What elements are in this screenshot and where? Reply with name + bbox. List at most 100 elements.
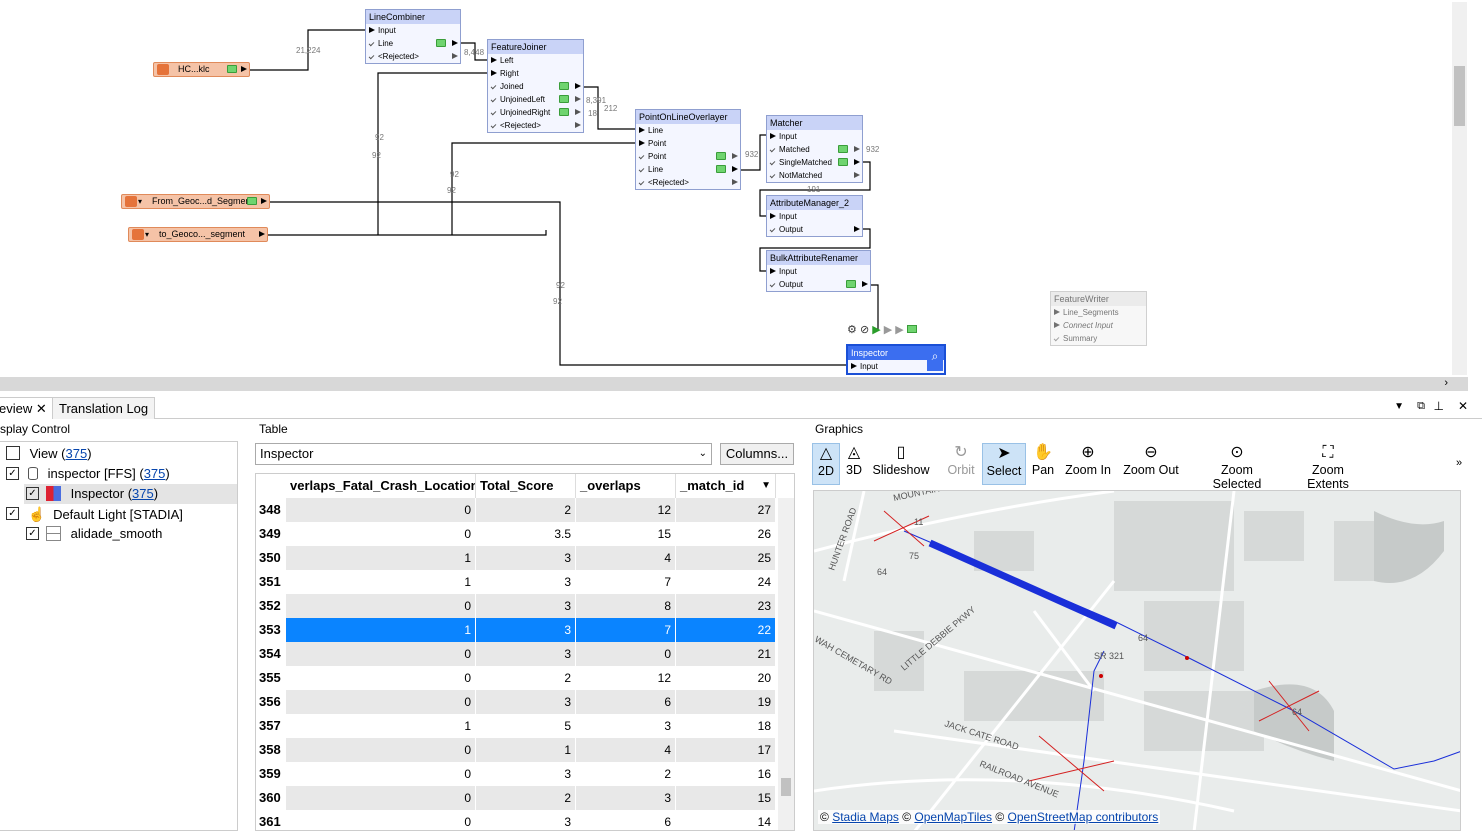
zoom-extents-button[interactable]: ⛶ Zoom Extents: [1290, 443, 1366, 491]
inspect-icon[interactable]: [838, 145, 848, 153]
select-button[interactable]: ➤ Select: [982, 443, 1026, 485]
column-header[interactable]: verlaps_Fatal_Crash_Location: [286, 474, 476, 498]
canvas-horizontal-scrollbar[interactable]: ›: [0, 377, 1468, 391]
magnifier-icon[interactable]: ⌕: [927, 349, 943, 371]
table-row[interactable]: 354 0 3 0 21: [256, 642, 794, 666]
tree-item-dataset[interactable]: ✓ inspector [FFS] (375): [6, 464, 170, 484]
table-cell[interactable]: 3: [476, 690, 576, 714]
zoom-in-button[interactable]: ⊕ Zoom In: [1064, 443, 1112, 485]
close-panel-icon[interactable]: ✕: [1458, 399, 1468, 413]
gear-icon[interactable]: ⚙: [847, 324, 857, 336]
scroll-thumb[interactable]: [1454, 66, 1465, 126]
table-row[interactable]: 353 1 3 7 22: [256, 618, 794, 642]
tree-item-view[interactable]: View (375): [6, 444, 92, 464]
workspace-canvas[interactable]: 21,224 8,448 8,391 212 18 932 932 191 92…: [0, 0, 1468, 377]
table-cell[interactable]: 25: [676, 546, 776, 570]
row-number[interactable]: 358: [256, 738, 286, 762]
table-cell[interactable]: 3: [476, 762, 576, 786]
output-port[interactable]: SingleMatched: [767, 156, 862, 169]
node-bulk-attribute-renamer[interactable]: BulkAttributeRenamer Input Output: [766, 250, 871, 292]
table-cell[interactable]: 3: [576, 786, 676, 810]
input-port[interactable]: Left: [488, 54, 583, 67]
output-port[interactable]: <Rejected>: [636, 176, 740, 189]
row-number[interactable]: 351: [256, 570, 286, 594]
pan-button[interactable]: ✋ Pan: [1030, 443, 1056, 485]
overflow-chevron-icon[interactable]: »: [1456, 457, 1462, 469]
output-port[interactable]: NotMatched: [767, 169, 862, 182]
node-point-on-line-overlayer[interactable]: PointOnLineOverlayer Line Point Point Li…: [635, 109, 741, 190]
table-cell[interactable]: 5: [476, 714, 576, 738]
output-port[interactable]: Summary: [1051, 332, 1146, 345]
table-cell[interactable]: 2: [476, 786, 576, 810]
sort-desc-icon[interactable]: ▼: [761, 474, 771, 498]
output-port-icon[interactable]: [241, 66, 247, 72]
table-cell[interactable]: 8: [576, 594, 676, 618]
row-number[interactable]: 355: [256, 666, 286, 690]
output-port[interactable]: <Rejected>: [366, 50, 460, 63]
table-row[interactable]: 358 0 1 4 17: [256, 738, 794, 762]
columns-button[interactable]: Columns...: [720, 443, 794, 465]
table-cell[interactable]: 15: [676, 786, 776, 810]
dropdown-icon[interactable]: ▼: [1394, 401, 1404, 412]
table-cell[interactable]: 4: [576, 738, 676, 762]
attribution-link[interactable]: OpenMapTiles: [914, 810, 992, 824]
visibility-checkbox[interactable]: ✓: [6, 467, 19, 480]
table-cell[interactable]: 26: [676, 522, 776, 546]
table-row[interactable]: 357 1 5 3 18: [256, 714, 794, 738]
visibility-checkbox[interactable]: ✓: [6, 507, 19, 520]
visibility-checkbox[interactable]: ✓: [26, 527, 39, 540]
table-row[interactable]: 352 0 3 8 23: [256, 594, 794, 618]
feature-count-link[interactable]: 375: [144, 466, 166, 481]
node-feature-writer[interactable]: FeatureWriter Line_Segments Connect Inpu…: [1050, 291, 1147, 346]
output-port[interactable]: UnjoinedLeft: [488, 93, 583, 106]
input-port[interactable]: Input: [767, 210, 862, 223]
node-matcher[interactable]: Matcher Input Matched SingleMatched NotM…: [766, 115, 863, 183]
table-row[interactable]: 356 0 3 6 19: [256, 690, 794, 714]
input-port[interactable]: Line_Segments: [1051, 306, 1146, 319]
feature-count-link[interactable]: 375: [66, 446, 88, 461]
reader-hc[interactable]: HC...klc: [153, 62, 250, 77]
slideshow-button[interactable]: ▯ Slideshow: [872, 443, 930, 485]
table-cell[interactable]: 12: [576, 498, 676, 522]
table-cell[interactable]: 19: [676, 690, 776, 714]
input-port[interactable]: Input: [767, 265, 870, 278]
output-port[interactable]: <Rejected>: [488, 119, 583, 132]
table-cell[interactable]: 2: [476, 498, 576, 522]
reader-from-geocoded[interactable]: ▾ From_Geoc...d_Segment: [121, 194, 270, 209]
table-cell[interactable]: 0: [286, 498, 476, 522]
row-number[interactable]: 353: [256, 618, 286, 642]
run-from-icon[interactable]: ▶: [884, 324, 892, 336]
inspect-icon[interactable]: [559, 108, 569, 116]
table-cell[interactable]: 12: [576, 666, 676, 690]
table-cell[interactable]: 16: [676, 762, 776, 786]
table-cell[interactable]: 3: [476, 570, 576, 594]
table-cell[interactable]: 0: [286, 738, 476, 762]
disable-icon[interactable]: ⊘: [860, 324, 869, 336]
table-row[interactable]: 361 0 3 6 14: [256, 810, 794, 830]
output-port[interactable]: Line: [366, 37, 460, 50]
row-number[interactable]: 360: [256, 786, 286, 810]
map-view[interactable]: MOUNTAIN VIEW RD HUNTER ROAD LITTLE DEBB…: [813, 490, 1461, 831]
inspect-icon[interactable]: [846, 280, 856, 288]
table-cell[interactable]: 1: [286, 618, 476, 642]
inspect-icon[interactable]: [559, 95, 569, 103]
output-port[interactable]: Output: [767, 278, 870, 291]
table-cell[interactable]: 7: [576, 618, 676, 642]
tree-item-basemap[interactable]: ✓ ☝ Default Light [STADIA]: [6, 504, 183, 524]
table-row[interactable]: 348 0 2 12 27: [256, 498, 794, 522]
column-header[interactable]: _overlaps: [576, 474, 676, 498]
table-cell[interactable]: 1: [286, 546, 476, 570]
table-cell[interactable]: 1: [286, 570, 476, 594]
tab-visual-preview[interactable]: eview ✕: [0, 397, 54, 419]
input-port[interactable]: Point: [636, 137, 740, 150]
output-port[interactable]: Line: [636, 163, 740, 176]
row-number[interactable]: 350: [256, 546, 286, 570]
table-scrollbar[interactable]: [778, 498, 794, 830]
output-port[interactable]: Joined: [488, 80, 583, 93]
input-port[interactable]: Line: [636, 124, 740, 137]
output-port[interactable]: UnjoinedRight: [488, 106, 583, 119]
table-cell[interactable]: 20: [676, 666, 776, 690]
table-cell[interactable]: 6: [576, 690, 676, 714]
table-cell[interactable]: 3: [576, 714, 676, 738]
row-number[interactable]: 352: [256, 594, 286, 618]
